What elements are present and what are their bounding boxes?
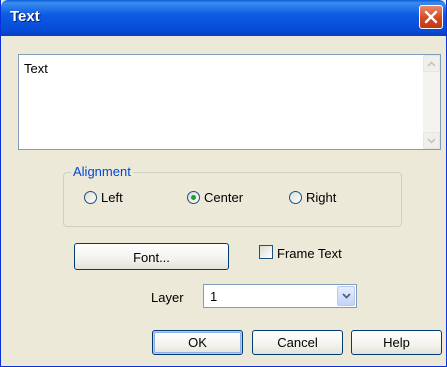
radio-left-label: Left [101,190,123,205]
scroll-up-button[interactable] [423,55,440,72]
radio-selected-dot [191,195,196,200]
frame-text-label: Frame Text [277,246,342,261]
scroll-down-button[interactable] [423,132,440,149]
layer-select-value: 1 [210,289,218,304]
layer-select[interactable]: 1 [203,284,357,308]
frame-text-checkbox[interactable] [259,245,273,259]
cancel-button[interactable]: Cancel [252,330,343,355]
vertical-scrollbar[interactable] [423,55,440,149]
text-content: Text [24,61,48,76]
help-button-label: Help [383,335,410,350]
alignment-group-label: Alignment [71,164,133,179]
radio-center-circle[interactable] [187,191,200,204]
dialog-title: Text [10,8,40,25]
radio-right-label: Right [306,190,337,205]
close-button[interactable] [419,5,443,29]
font-button[interactable]: Font... [74,243,229,270]
title-bar[interactable]: Text [1,0,446,36]
radio-left-circle[interactable] [84,191,97,204]
ok-button-label: OK [188,335,207,350]
layer-dropdown-button[interactable] [337,286,355,306]
ok-button[interactable]: OK [152,330,243,355]
text-input-area[interactable]: Text [18,54,441,150]
layer-label: Layer [151,290,184,305]
chevron-down-icon [427,138,436,144]
chevron-up-icon [427,61,436,67]
text-dialog: Text Text Alignment Left Center Right Fo… [0,0,447,367]
radio-right-circle[interactable] [289,191,302,204]
chevron-down-icon [342,293,351,299]
font-button-label: Font... [133,250,170,265]
cancel-button-label: Cancel [277,335,318,350]
help-button[interactable]: Help [351,330,442,355]
radio-center-label: Center [204,190,244,205]
